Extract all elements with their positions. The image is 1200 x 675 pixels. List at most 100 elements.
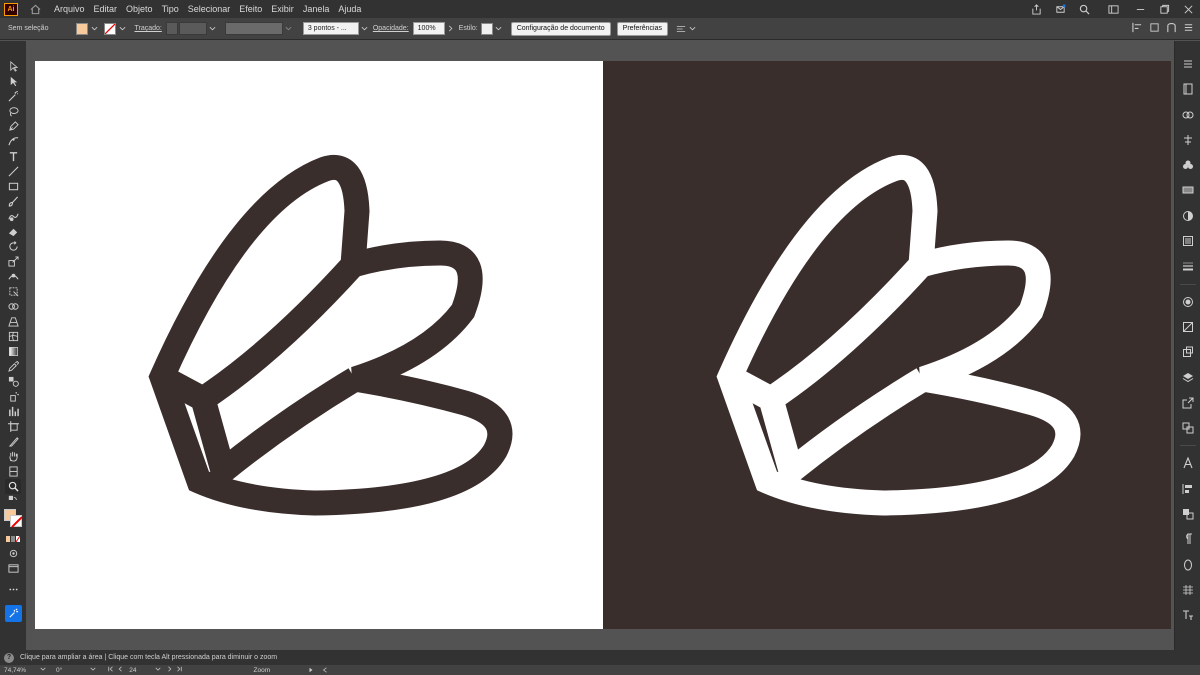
opentype-icon[interactable]: [1180, 557, 1196, 573]
zoom-icon[interactable]: [5, 479, 21, 494]
puppet-warp-icon[interactable]: [1166, 22, 1177, 35]
screen-mode-icon[interactable]: [5, 561, 21, 576]
status-menu-icon[interactable]: [308, 667, 314, 675]
cc-icon[interactable]: [1180, 107, 1196, 123]
transparency-icon[interactable]: [1180, 294, 1196, 310]
chevron-right-icon[interactable]: [447, 25, 455, 33]
swap-fill-stroke-icon[interactable]: [5, 494, 21, 505]
chevron-down-icon[interactable]: [40, 666, 46, 674]
rotate-icon[interactable]: [5, 239, 21, 254]
menu-objeto[interactable]: Objeto: [126, 4, 153, 14]
artboard-icon[interactable]: [5, 419, 21, 434]
type-icon[interactable]: [5, 149, 21, 164]
menu-exibir[interactable]: Exibir: [271, 4, 294, 14]
properties-icon[interactable]: [1180, 56, 1196, 72]
menu-tipo[interactable]: Tipo: [162, 4, 179, 14]
stroke-label[interactable]: Traçado:: [134, 25, 161, 32]
symbol-sprayer-icon[interactable]: [5, 389, 21, 404]
stroke-weight-input[interactable]: [178, 22, 207, 35]
stroke-weight-stepper[interactable]: [165, 22, 178, 35]
chevron-down-icon[interactable]: [495, 25, 503, 33]
align-icon[interactable]: [1180, 481, 1196, 497]
shape-builder-icon[interactable]: [5, 299, 21, 314]
warp-icon[interactable]: [5, 269, 21, 284]
last-artboard-icon[interactable]: [176, 666, 182, 674]
home-icon[interactable]: [28, 2, 42, 16]
shaper-icon[interactable]: [5, 209, 21, 224]
stroke-swatch[interactable]: [104, 22, 117, 35]
chevron-down-icon[interactable]: [209, 25, 217, 33]
draw-mode-icon[interactable]: [5, 546, 21, 561]
menu-editar[interactable]: Editar: [94, 4, 118, 14]
restore-icon[interactable]: [1157, 2, 1171, 16]
character-icon[interactable]: [1180, 455, 1196, 471]
chevron-down-icon[interactable]: [118, 25, 126, 33]
mesh-icon[interactable]: [5, 329, 21, 344]
stroke-color-swatch[interactable]: [10, 515, 22, 527]
symbols-icon[interactable]: [1180, 157, 1196, 173]
libraries-icon[interactable]: [1180, 81, 1196, 97]
zoom-level-field[interactable]: 74,74%: [4, 666, 46, 674]
lasso-icon[interactable]: [5, 104, 21, 119]
glyphs-icon[interactable]: [1180, 582, 1196, 598]
eyedropper-icon[interactable]: [5, 359, 21, 374]
previous-artboard-icon[interactable]: [117, 666, 123, 674]
curvature-icon[interactable]: [5, 134, 21, 149]
perspective-icon[interactable]: [5, 314, 21, 329]
close-icon[interactable]: [1181, 2, 1195, 16]
color-guide-icon[interactable]: [1180, 208, 1196, 224]
menu-selecionar[interactable]: Selecionar: [188, 4, 231, 14]
search-icon[interactable]: [1077, 2, 1091, 16]
graphic-styles-icon[interactable]: [1180, 319, 1196, 335]
menu-arquivo[interactable]: Arquivo: [54, 4, 85, 14]
chevron-down-icon[interactable]: [154, 666, 161, 674]
brush-definition-dropdown[interactable]: 3 pontos - ...: [302, 22, 359, 35]
pathfinder-icon[interactable]: [1180, 506, 1196, 522]
export-icon[interactable]: [1180, 395, 1196, 411]
variable-width-dropdown[interactable]: [224, 22, 283, 35]
direct-selection-icon[interactable]: [5, 74, 21, 89]
edit-toolbar-icon[interactable]: [5, 582, 21, 597]
fill-swatch[interactable]: [76, 22, 89, 35]
brushes-icon[interactable]: [1180, 233, 1196, 249]
arrange-documents-icon[interactable]: [676, 24, 696, 34]
minimize-icon[interactable]: [1133, 2, 1147, 16]
menu-ajuda[interactable]: Ajuda: [338, 4, 361, 14]
rotation-field[interactable]: 0°: [56, 666, 96, 674]
chevron-down-icon[interactable]: [361, 25, 369, 33]
paintbrush-icon[interactable]: [5, 194, 21, 209]
blend-icon[interactable]: [5, 374, 21, 389]
next-artboard-icon[interactable]: [167, 666, 173, 674]
first-artboard-icon[interactable]: [108, 666, 114, 674]
scroll-left-icon[interactable]: [322, 667, 328, 675]
transform-icon[interactable]: [1149, 22, 1160, 35]
appearance-icon[interactable]: [1180, 132, 1196, 148]
menu-efeito[interactable]: Efeito: [239, 4, 262, 14]
panel-menu-icon[interactable]: [1183, 22, 1194, 35]
chevron-down-icon[interactable]: [90, 666, 96, 674]
eraser-icon[interactable]: [5, 224, 21, 239]
gradient-panel-icon[interactable]: [1180, 182, 1196, 198]
document-canvas[interactable]: [26, 41, 1174, 650]
hand-icon[interactable]: [5, 449, 21, 464]
document-setup-button[interactable]: Configuração de documento: [510, 21, 611, 36]
column-graph-icon[interactable]: [5, 404, 21, 419]
opacity-input[interactable]: 100%: [412, 22, 445, 35]
workspace-switcher-icon[interactable]: [1106, 2, 1120, 16]
paragraph-icon[interactable]: [1180, 531, 1196, 547]
chevron-down-icon[interactable]: [90, 25, 98, 33]
text-style-icon[interactable]: [1180, 607, 1196, 623]
layers-icon[interactable]: [1180, 370, 1196, 386]
align-icon[interactable]: [1132, 22, 1143, 35]
stroke-icon[interactable]: [1180, 258, 1196, 274]
artboard-navigation[interactable]: 24: [108, 666, 182, 674]
notifications-icon[interactable]: [1053, 2, 1067, 16]
artboard-dark[interactable]: [603, 61, 1171, 629]
help-icon[interactable]: ?: [4, 652, 14, 663]
scale-icon[interactable]: [5, 254, 21, 269]
line-icon[interactable]: [5, 164, 21, 179]
free-transform-icon[interactable]: [5, 284, 21, 299]
fill-stroke-selector[interactable]: [4, 509, 22, 527]
menu-janela[interactable]: Janela: [303, 4, 330, 14]
color-mode-icons[interactable]: [5, 531, 21, 546]
